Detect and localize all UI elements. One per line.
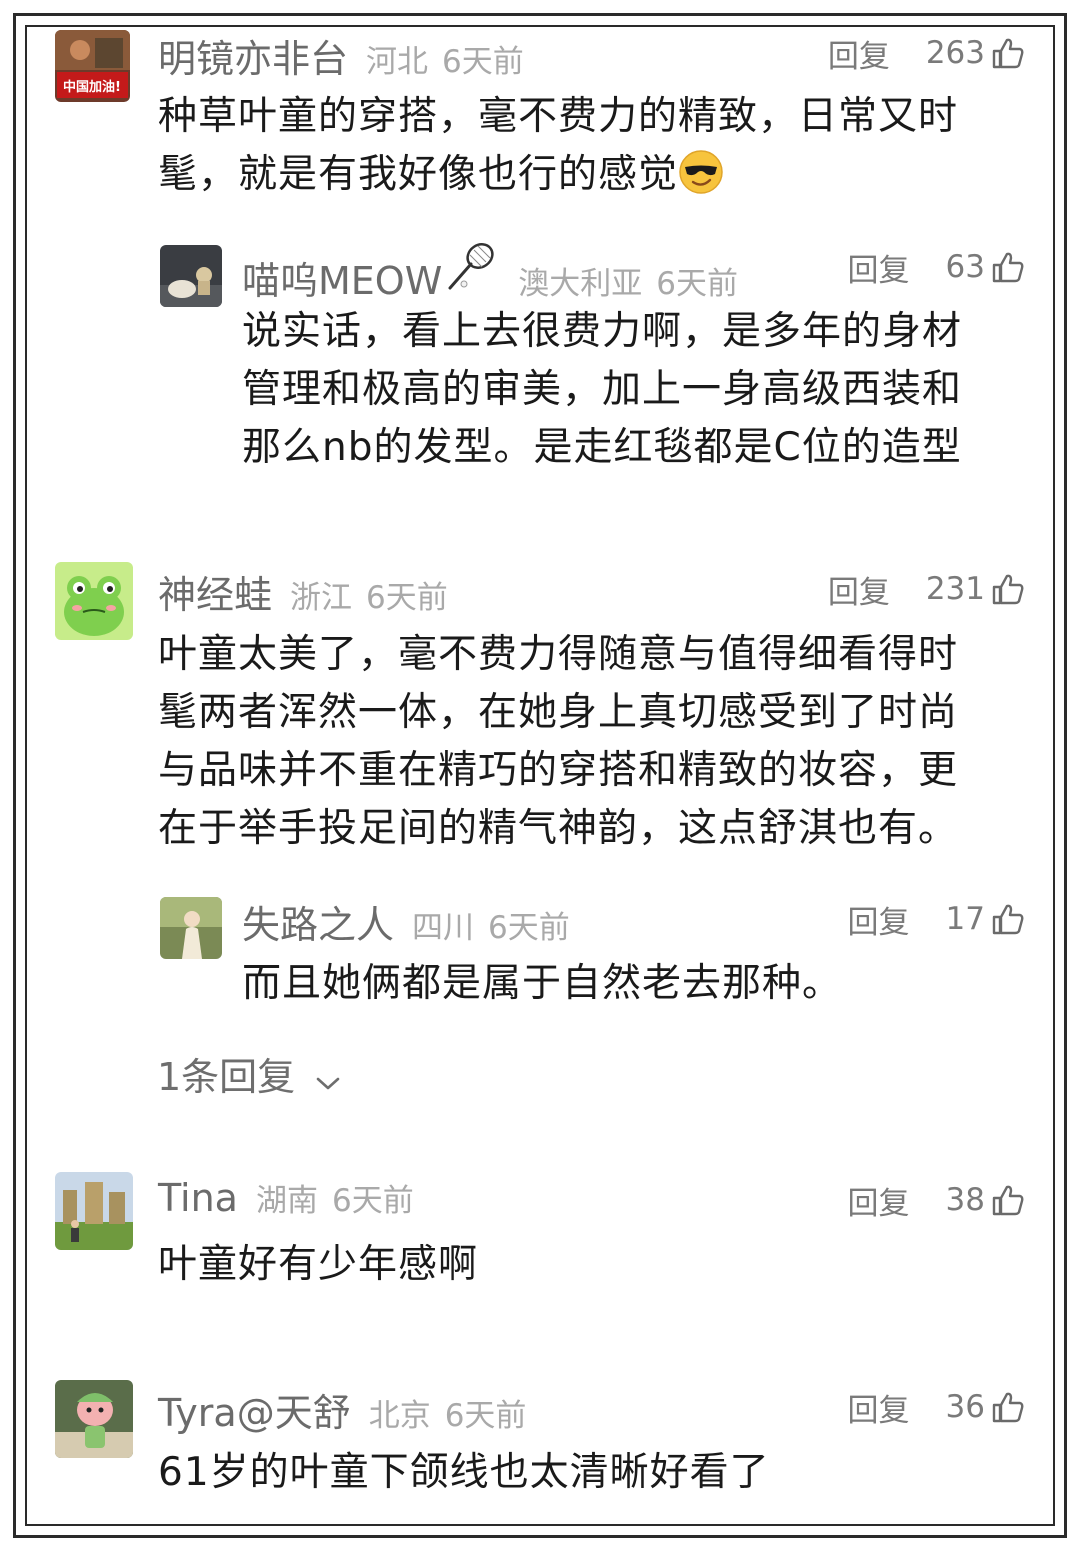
reply-actions: 回复 63 <box>848 242 1025 292</box>
thumbs-up-icon[interactable] <box>991 36 1025 70</box>
avatar[interactable]: 中国加油! <box>55 30 130 102</box>
username[interactable]: 明镜亦非台 <box>158 28 348 83</box>
reply-button[interactable]: 回复 <box>848 1385 910 1430</box>
comment-line: 叶童太美了，毫不费力得随意与值得细看得时 <box>158 632 959 677</box>
reply-button[interactable]: 回复 <box>828 567 890 612</box>
reply-line: 管理和极高的审美，加上一身高级西装和 <box>242 367 963 412</box>
comment-actions: 回复 231 <box>828 564 1025 614</box>
username[interactable]: 神经蛙 <box>158 564 272 619</box>
comment-line: 种草叶童的穿搭，毫不费力的精致，日常又时 <box>158 94 959 139</box>
location: 四川 <box>412 910 475 946</box>
reply-button[interactable]: 回复 <box>848 1178 910 1223</box>
comment-actions: 回复 263 <box>828 28 1025 78</box>
reply-meta: 喵呜MEOW 澳大利亚 6天前 <box>242 242 738 303</box>
smiling-face-with-sunglasses-icon <box>678 149 724 195</box>
expand-replies-button[interactable]: 1条回复 <box>157 1046 341 1102</box>
thumbs-up-icon[interactable] <box>991 902 1025 936</box>
comment-line: 髦，就是有我好像也行的感觉 <box>158 146 1018 204</box>
comment-meta: Tyra@天舒 北京 6天前 <box>158 1382 527 1435</box>
location: 浙江 <box>290 580 353 616</box>
comment-line-text: 髦，就是有我好像也行的感觉 <box>158 152 679 197</box>
reply-actions: 回复 17 <box>848 894 1025 944</box>
username[interactable]: 喵呜MEOW <box>242 250 442 305</box>
timestamp: 6天前 <box>442 44 524 80</box>
comment-line: 髦两者浑然一体，在她身上真切感受到了时尚 <box>158 690 959 735</box>
reply-button[interactable]: 回复 <box>828 31 890 76</box>
username[interactable]: Tyra@天舒 <box>158 1382 351 1437</box>
timestamp: 6天前 <box>444 1398 527 1434</box>
avatar[interactable] <box>55 562 133 640</box>
username[interactable]: 失路之人 <box>242 894 394 949</box>
reply-button[interactable]: 回复 <box>848 245 910 290</box>
comment-line: 61岁的叶童下颌线也太清晰好看了 <box>158 1450 770 1495</box>
chevron-down-icon <box>315 1058 341 1102</box>
like-count: 36 <box>945 1389 985 1425</box>
timestamp: 6天前 <box>656 266 739 302</box>
reply-text: 说实话，看上去很费力啊，是多年的身材 管理和极高的审美，加上一身高级西装和 那么… <box>242 303 1012 477</box>
like-count: 38 <box>945 1182 985 1218</box>
avatar-caption: 中国加油! <box>63 79 121 95</box>
comment-meta: 明镜亦非台 河北 6天前 <box>158 28 524 81</box>
reply-meta: 失路之人 四川 6天前 <box>242 894 570 947</box>
location: 湖南 <box>255 1183 318 1219</box>
username[interactable]: Tina <box>158 1176 238 1220</box>
timestamp: 6天前 <box>488 910 570 946</box>
comment-line: 叶童好有少年感啊 <box>158 1242 479 1287</box>
comment-text: 61岁的叶童下颌线也太清晰好看了 <box>158 1444 1018 1502</box>
location: 北京 <box>368 1398 431 1434</box>
location: 澳大利亚 <box>518 266 643 302</box>
reply-line: 说实话，看上去很费力啊，是多年的身材 <box>242 309 963 354</box>
thumbs-up-icon[interactable] <box>991 1183 1025 1217</box>
avatar[interactable] <box>160 897 222 959</box>
like-count: 63 <box>945 249 985 285</box>
thumbs-up-icon[interactable] <box>991 572 1025 606</box>
comment-meta: Tina 湖南 6天前 <box>158 1175 414 1225</box>
like-count: 263 <box>925 35 985 71</box>
thumbs-up-icon[interactable] <box>991 250 1025 284</box>
comment-line: 在于举手投足间的精气神韵，这点舒淇也有。 <box>158 806 959 851</box>
avatar[interactable] <box>55 1172 133 1250</box>
timestamp: 6天前 <box>366 580 448 616</box>
comment-text: 种草叶童的穿搭，毫不费力的精致，日常又时 髦，就是有我好像也行的感觉 <box>158 88 1018 204</box>
timestamp: 6天前 <box>331 1183 414 1219</box>
thumbs-up-icon[interactable] <box>991 1390 1025 1424</box>
like-count: 17 <box>945 901 985 937</box>
comment-text: 叶童好有少年感啊 <box>158 1236 1018 1294</box>
reply-button[interactable]: 回复 <box>848 897 910 942</box>
comment-meta: 神经蛙 浙江 6天前 <box>158 564 448 617</box>
expand-replies-label: 1条回复 <box>157 1055 296 1099</box>
like-count: 231 <box>925 571 985 607</box>
comment-line: 与品味并不重在精巧的穿搭和精致的妆容，更 <box>158 748 959 793</box>
comment-actions: 回复 36 <box>848 1382 1025 1432</box>
comment-actions: 回复 38 <box>848 1175 1025 1225</box>
avatar[interactable] <box>55 1380 133 1458</box>
reply-line: 那么nb的发型。是走红毯都是C位的造型 <box>242 425 962 470</box>
comment-text: 叶童太美了，毫不费力得随意与值得细看得时 髦两者浑然一体，在她身上真切感受到了时… <box>158 626 1018 858</box>
badminton-racket-icon <box>444 242 500 294</box>
avatar[interactable] <box>160 245 222 307</box>
location: 河北 <box>366 44 429 80</box>
reply-line: 而且她俩都是属于自然老去那种。 <box>242 961 843 1006</box>
reply-text: 而且她俩都是属于自然老去那种。 <box>242 955 1012 1013</box>
